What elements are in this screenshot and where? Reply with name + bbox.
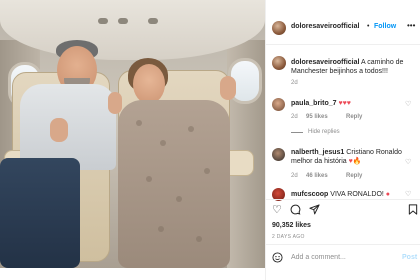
hide-replies-line: [291, 132, 303, 133]
reply-button[interactable]: Reply: [346, 173, 362, 179]
avatar[interactable]: [272, 21, 286, 35]
bookmark-icon[interactable]: [408, 204, 418, 218]
comment-mufcscoop: mufcscoop VIVA RONALDO! ●: [291, 190, 403, 199]
dress-pattern: [204, 168, 210, 174]
comment-like-icon[interactable]: ♡: [405, 100, 411, 108]
hide-replies-button[interactable]: Hide replies: [308, 129, 340, 135]
caption-avatar[interactable]: [272, 56, 286, 70]
air-vent: [98, 18, 108, 24]
actions-divider: [266, 199, 420, 200]
dress-pattern: [188, 126, 194, 132]
comment-like-icon[interactable]: ♡: [405, 190, 411, 198]
comment-username[interactable]: paula_brito_7: [291, 100, 337, 107]
add-comment-input[interactable]: Add a comment...: [291, 254, 346, 261]
share-icon[interactable]: [309, 204, 320, 218]
man-jeans: [0, 158, 80, 268]
woman-dress: [118, 100, 230, 268]
likes-count[interactable]: 90,352 likes: [272, 222, 311, 229]
comment-nalberth: nalberth_jesus1 Cristiano Ronaldo melhor…: [291, 148, 403, 166]
post-date: 2 DAYS AGO: [272, 234, 305, 240]
post-side-panel: doloresaveiroofficial • Follow ••• dolor…: [265, 0, 420, 280]
heart-icon[interactable]: ♡: [272, 205, 282, 216]
comment-like-icon[interactable]: ♡: [405, 158, 411, 166]
dress-pattern: [158, 226, 164, 232]
comment-hearts: ♥♥♥: [338, 100, 351, 107]
comment-username[interactable]: mufcscoop: [291, 191, 328, 198]
woman-thumbs-up-left: [108, 92, 122, 114]
comment-emoji: ●: [385, 191, 391, 198]
caption-username[interactable]: doloresaveiroofficial: [291, 59, 359, 66]
dress-pattern: [176, 196, 182, 202]
comment-time: 2d: [291, 173, 298, 179]
follow-button[interactable]: Follow: [374, 23, 396, 30]
dress-pattern: [136, 120, 142, 126]
comment-emojis: ♥🔥: [348, 158, 362, 165]
smiley-icon[interactable]: [272, 252, 283, 266]
more-options-icon[interactable]: •••: [407, 21, 415, 30]
commenter-avatar[interactable]: [272, 148, 285, 161]
commenter-avatar[interactable]: [272, 98, 285, 111]
comment-likes[interactable]: 46 likes: [306, 173, 328, 179]
comment-icon[interactable]: [290, 204, 301, 218]
header-divider: [266, 44, 420, 45]
woman-thumbs-up-right: [220, 76, 236, 100]
comment-paula: paula_brito_7 ♥♥♥: [291, 99, 403, 108]
dress-pattern: [146, 176, 152, 182]
header-username[interactable]: doloresaveiroofficial: [291, 23, 359, 30]
caption-time: 2d: [291, 80, 298, 86]
air-vent: [118, 18, 128, 24]
post-button[interactable]: Post: [402, 254, 417, 261]
reply-button[interactable]: Reply: [346, 114, 362, 120]
air-vent: [148, 18, 158, 24]
comment-likes[interactable]: 95 likes: [306, 114, 328, 120]
dress-pattern: [160, 140, 166, 146]
dress-pattern: [196, 236, 202, 242]
header-separator: •: [367, 23, 370, 30]
comment-username[interactable]: nalberth_jesus1: [291, 149, 344, 156]
comment-box-divider: [266, 244, 420, 245]
man-thumbs-up: [50, 118, 68, 142]
comment-time: 2d: [291, 114, 298, 120]
post-photo[interactable]: [0, 0, 265, 268]
comment-text: VIVA RONALDO!: [328, 191, 386, 198]
woman-head: [133, 64, 165, 104]
caption: doloresaveiroofficial A caminho de Manch…: [291, 58, 417, 76]
